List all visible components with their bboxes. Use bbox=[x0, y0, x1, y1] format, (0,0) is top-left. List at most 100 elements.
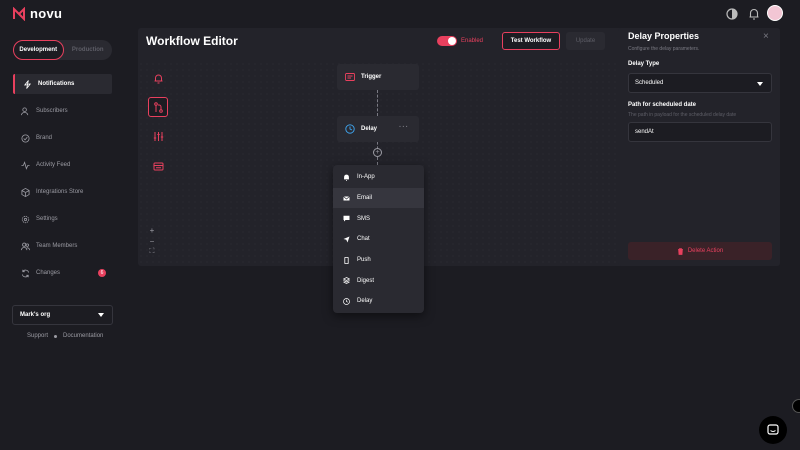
trigger-node-label: Trigger bbox=[361, 74, 382, 80]
env-development-button[interactable]: Development bbox=[13, 40, 64, 60]
support-chat-button[interactable] bbox=[759, 416, 787, 444]
caret-down-icon bbox=[98, 313, 104, 317]
panel-subtitle: Configure the delay parameters. bbox=[628, 46, 700, 52]
send-icon bbox=[343, 236, 350, 243]
node-connector bbox=[377, 90, 378, 116]
sidebar-item-notifications[interactable]: Notifications bbox=[13, 74, 112, 94]
bell-icon[interactable] bbox=[747, 7, 761, 21]
sidebar-item-label: Brand bbox=[36, 135, 53, 141]
check-circle-icon bbox=[21, 133, 30, 143]
gear-icon bbox=[21, 215, 30, 223]
sidebar-item-subscribers[interactable]: Subscribers bbox=[13, 101, 112, 121]
clock-icon bbox=[343, 298, 350, 305]
novu-logo-icon bbox=[13, 6, 25, 21]
test-workflow-button[interactable]: Test Workflow bbox=[502, 32, 560, 50]
env-production-button[interactable]: Production bbox=[64, 40, 113, 60]
tool-variables[interactable] bbox=[148, 156, 168, 176]
footer-links: Support Documentation bbox=[27, 333, 103, 339]
page-title: Workflow Editor bbox=[146, 34, 238, 48]
lightning-icon bbox=[23, 79, 32, 89]
tool-filters[interactable] bbox=[148, 126, 168, 146]
users-icon bbox=[21, 106, 29, 115]
sync-icon bbox=[21, 269, 30, 277]
update-button[interactable]: Update bbox=[566, 32, 605, 50]
path-input[interactable]: sendAt bbox=[628, 122, 772, 142]
layers-icon bbox=[343, 277, 350, 285]
path-label: Path for scheduled date bbox=[628, 102, 697, 108]
sidebar-item-team-members[interactable]: Team Members bbox=[13, 236, 112, 256]
team-icon bbox=[21, 242, 30, 250]
mail-icon bbox=[343, 195, 350, 201]
trigger-icon bbox=[345, 73, 355, 81]
tool-workflow[interactable] bbox=[148, 97, 168, 117]
activity-icon bbox=[21, 160, 30, 170]
menu-item-in-app[interactable]: In-App bbox=[333, 167, 424, 188]
menu-item-delay[interactable]: Delay bbox=[333, 291, 424, 312]
novu-logo[interactable]: novu bbox=[12, 6, 62, 21]
environment-switch: Development Production bbox=[13, 40, 112, 60]
theme-toggle-icon[interactable] bbox=[725, 7, 739, 21]
menu-item-chat[interactable]: Chat bbox=[333, 229, 424, 250]
sidebar-item-changes[interactable]: Changes 6 bbox=[13, 263, 112, 283]
sidebar-item-label: Settings bbox=[36, 216, 58, 222]
delay-node[interactable]: Delay ··· bbox=[337, 116, 419, 142]
add-step-menu: In-App Email SMS Chat Push Digest Delay bbox=[333, 165, 424, 313]
add-step-button[interactable]: + bbox=[373, 148, 382, 157]
node-connector bbox=[377, 157, 378, 165]
menu-item-label: Email bbox=[357, 195, 373, 202]
zoom-out-button[interactable]: − bbox=[147, 237, 157, 246]
delay-properties-panel: Delay Properties × Configure the delay p… bbox=[618, 28, 780, 266]
top-bar: novu bbox=[0, 0, 800, 28]
sidebar-item-label: Team Members bbox=[36, 243, 78, 249]
menu-item-digest[interactable]: Digest bbox=[333, 270, 424, 291]
delay-type-label: Delay Type bbox=[628, 61, 660, 67]
enabled-toggle[interactable] bbox=[437, 36, 457, 46]
menu-item-email[interactable]: Email bbox=[333, 187, 424, 209]
menu-item-label: Chat bbox=[357, 236, 370, 243]
delay-type-value: Scheduled bbox=[635, 80, 664, 86]
close-icon[interactable]: × bbox=[763, 31, 769, 42]
path-input-value: sendAt bbox=[635, 129, 654, 135]
mobile-icon bbox=[344, 256, 349, 264]
sidebar-item-label: Changes bbox=[36, 270, 61, 276]
sidebar-item-brand[interactable]: Brand bbox=[13, 128, 112, 148]
tool-notification-settings[interactable] bbox=[148, 68, 168, 88]
trash-icon bbox=[677, 247, 683, 255]
delay-node-label: Delay bbox=[361, 126, 378, 132]
delete-action-label: Delete Action bbox=[687, 248, 724, 254]
sidebar-item-label: Subscribers bbox=[36, 108, 68, 114]
bell-icon bbox=[154, 74, 162, 83]
menu-item-label: Push bbox=[357, 257, 371, 264]
sidebar-item-label: Activity Feed bbox=[36, 162, 71, 168]
menu-item-label: Digest bbox=[357, 277, 375, 284]
fit-view-button[interactable]: ⛶ bbox=[147, 248, 157, 256]
message-icon bbox=[343, 216, 350, 222]
logo-text: novu bbox=[30, 6, 63, 21]
workflow-icon bbox=[153, 101, 163, 113]
menu-item-label: Delay bbox=[357, 298, 373, 305]
sidebar-item-label: Notifications bbox=[38, 81, 75, 87]
zoom-in-button[interactable]: + bbox=[147, 226, 157, 235]
chat-icon bbox=[767, 424, 779, 435]
sidebar-item-settings[interactable]: Settings bbox=[13, 209, 112, 229]
support-link[interactable]: Support bbox=[27, 333, 48, 339]
organization-select[interactable]: Mark's org bbox=[12, 305, 113, 325]
caret-down-icon bbox=[757, 82, 763, 86]
more-options-icon[interactable]: ··· bbox=[399, 124, 409, 131]
trigger-node[interactable]: Trigger bbox=[337, 64, 419, 90]
user-avatar[interactable] bbox=[767, 5, 783, 21]
documentation-link[interactable]: Documentation bbox=[63, 333, 103, 339]
menu-item-label: In-App bbox=[357, 174, 375, 181]
sidebar-item-label: Integrations Store bbox=[36, 189, 84, 195]
sidebar-item-activity-feed[interactable]: Activity Feed bbox=[13, 155, 112, 175]
collapse-edge-button[interactable] bbox=[792, 399, 800, 413]
changes-count-badge: 6 bbox=[98, 269, 106, 277]
delete-action-button[interactable]: Delete Action bbox=[628, 242, 772, 260]
menu-item-sms[interactable]: SMS bbox=[333, 208, 424, 229]
separator-dot bbox=[54, 334, 58, 338]
delay-type-select[interactable]: Scheduled bbox=[628, 73, 772, 93]
path-hint: The path in payload for the scheduled de… bbox=[628, 112, 737, 118]
sidebar-item-integrations-store[interactable]: Integrations Store bbox=[13, 182, 112, 202]
sidebar: Development Production Notifications Sub… bbox=[0, 28, 124, 450]
menu-item-push[interactable]: Push bbox=[333, 250, 424, 271]
